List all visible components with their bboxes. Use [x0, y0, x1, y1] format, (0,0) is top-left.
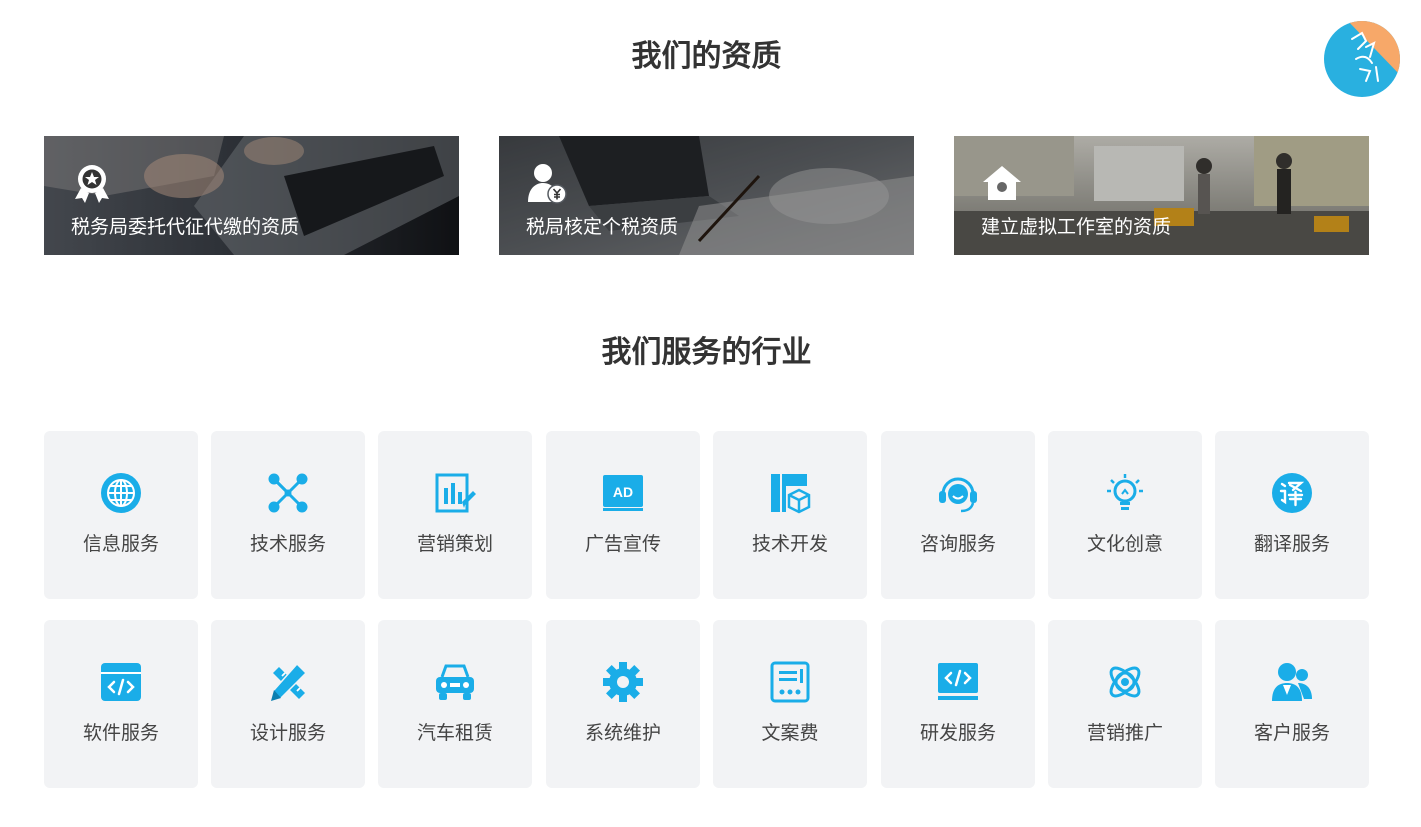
industry-label: 营销策划 [416, 533, 493, 555]
headset-icon [939, 477, 977, 513]
industry-card-design[interactable]: 设计服务 [211, 620, 365, 788]
industry-label: 翻译服务 [1253, 533, 1330, 555]
industry-card-software[interactable]: 软件服务 [44, 620, 198, 788]
industry-card-promotion[interactable]: 营销推广 [1048, 620, 1202, 788]
chart-edit-icon [435, 473, 476, 513]
qualification-card-personal-tax[interactable]: 税局核定个税资质 [499, 136, 914, 255]
atom-icon [1109, 666, 1141, 698]
industry-card-car-rental[interactable]: 汽车租赁 [378, 620, 532, 788]
network-nodes-icon [268, 473, 308, 513]
industry-card-copywriting[interactable]: 文案费 [713, 620, 867, 788]
industry-label: 营销推广 [1086, 722, 1163, 744]
industry-label: 广告宣传 [584, 533, 661, 555]
industry-card-creative[interactable]: 文化创意 [1048, 431, 1202, 599]
industry-card-advertising[interactable]: AD 广告宣传 [546, 431, 700, 599]
qualifications-title: 我们的资质 [631, 39, 782, 74]
user-yuan-icon [528, 164, 567, 204]
ad-icon: AD [603, 475, 643, 511]
industry-label: 文化创意 [1086, 533, 1163, 555]
svg-text:AD: AD [613, 484, 633, 500]
industry-card-tech-service[interactable]: 技术服务 [211, 431, 365, 599]
industry-card-consulting[interactable]: 咨询服务 [881, 431, 1035, 599]
industry-card-info-service[interactable]: 信息服务 [44, 431, 198, 599]
globe-icon [101, 473, 141, 513]
industry-card-translation[interactable]: 翻译服务 [1215, 431, 1369, 599]
qualification-card-tax-agent[interactable]: 税务局委托代征代缴的资质 [44, 136, 459, 255]
document-list-icon [770, 661, 810, 703]
pencil-ruler-icon [269, 662, 308, 703]
car-icon [436, 664, 474, 700]
industry-label: 客户服务 [1253, 722, 1330, 744]
industry-card-customer-service[interactable]: 客户服务 [1215, 620, 1369, 788]
lightbulb-icon [1107, 474, 1143, 510]
industry-card-tech-development[interactable]: 技术开发 [713, 431, 867, 599]
industry-label: 设计服务 [249, 722, 326, 744]
industry-label: 汽车租赁 [416, 722, 493, 744]
code-window-icon [101, 663, 141, 701]
industry-label: 咨询服务 [919, 533, 996, 555]
industry-label: 信息服务 [82, 533, 159, 555]
qualification-label: 税务局委托代征代缴的资质 [71, 216, 300, 238]
code-monitor-icon [938, 663, 978, 700]
house-icon [983, 166, 1021, 200]
industry-label: 研发服务 [919, 722, 996, 744]
qualification-label: 建立虚拟工作室的资质 [981, 216, 1172, 238]
industry-card-marketing-planning[interactable]: 营销策划 [378, 431, 532, 599]
qualification-card-virtual-studio[interactable]: 建立虚拟工作室的资质 [954, 136, 1369, 255]
qualification-label: 税局核定个税资质 [526, 216, 679, 238]
industry-label: 技术服务 [249, 533, 326, 555]
industry-label: 技术开发 [751, 533, 828, 555]
industries-title: 我们服务的行业 [601, 335, 812, 370]
cube-document-icon [771, 474, 811, 514]
award-badge-icon [75, 165, 109, 203]
industry-label: 系统维护 [584, 722, 661, 744]
customer-icon [1272, 663, 1312, 701]
industry-card-system-maintenance[interactable]: 系统维护 [546, 620, 700, 788]
industry-label: 文案费 [761, 722, 819, 744]
brand-logo[interactable] [1322, 19, 1402, 99]
translate-icon [1272, 473, 1312, 513]
industry-card-rnd[interactable]: 研发服务 [881, 620, 1035, 788]
gear-icon [603, 662, 643, 702]
industry-label: 软件服务 [82, 722, 159, 744]
